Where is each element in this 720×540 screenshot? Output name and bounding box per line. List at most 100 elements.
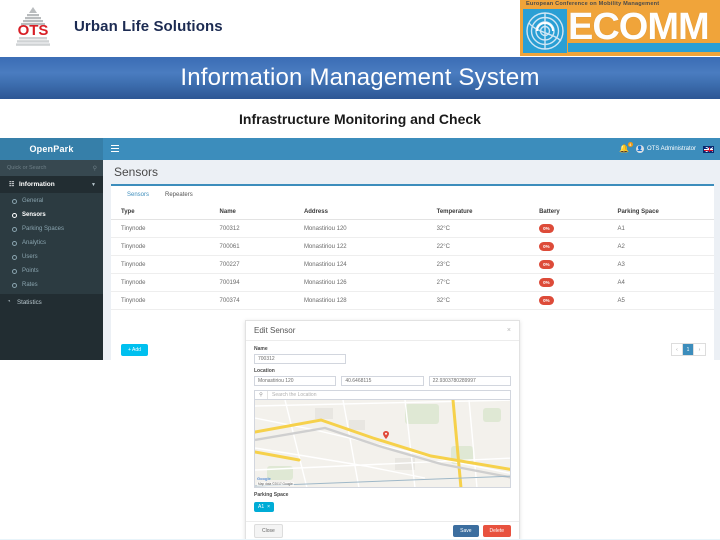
- parking-space-tag[interactable]: A1 ×: [254, 502, 275, 512]
- sidebar-item-label: General: [22, 198, 44, 204]
- cell-battery: 0%: [539, 219, 618, 238]
- name-field[interactable]: 700312: [254, 354, 346, 364]
- tab-repeaters[interactable]: Repeaters: [157, 190, 201, 202]
- sidebar-search-placeholder: Quick or Search: [7, 165, 47, 171]
- notification-badge: 4: [627, 142, 633, 147]
- sensors-table: Type Name Address Temperature Battery Pa…: [111, 205, 714, 310]
- delete-button[interactable]: Delete: [482, 524, 511, 537]
- column-header-type[interactable]: Type: [111, 205, 220, 220]
- sidebar-item-label: Rates: [22, 282, 38, 288]
- cell-name: 700374: [219, 291, 304, 310]
- sidebar-item-users[interactable]: Users: [0, 250, 103, 264]
- map-pin-icon: [383, 431, 389, 439]
- bullet-icon: [12, 226, 17, 232]
- sidebar-item-statistics[interactable]: ◔ Statistics: [0, 294, 103, 310]
- uk-flag-icon[interactable]: [703, 145, 714, 153]
- cell-battery: 0%: [539, 255, 618, 274]
- address-field[interactable]: Monastiriou 120: [254, 376, 337, 386]
- app-topbar: 🔔 4 👤 OTS Administrator: [103, 138, 720, 160]
- modal-header: Edit Sensor ×: [246, 321, 519, 341]
- hamburger-icon[interactable]: [111, 145, 119, 152]
- slide-title-band: Information Management System: [0, 57, 720, 99]
- battery-badge: 0%: [539, 278, 554, 287]
- column-header-battery[interactable]: Battery: [539, 205, 618, 220]
- cell-address: Monastiriou 126: [303, 273, 437, 292]
- cell-temperature: 27°C: [436, 273, 540, 292]
- add-sensor-button[interactable]: + Add: [121, 344, 148, 356]
- cell-type: Tinynode: [111, 255, 220, 274]
- user-menu[interactable]: 👤 OTS Administrator: [635, 145, 696, 153]
- cell-address: Monastiriou 128: [303, 291, 437, 310]
- cell-temperature: 32°C: [436, 219, 540, 238]
- table-row[interactable]: Tinynode 700227 Monastiriou 124 23°C 0% …: [111, 255, 714, 274]
- cell-parking-space: A2: [617, 237, 714, 256]
- edit-sensor-modal: Edit Sensor × Name 700312 Location Monas…: [245, 320, 520, 540]
- cell-name: 700194: [219, 273, 304, 292]
- pagination-prev[interactable]: ‹: [672, 344, 683, 355]
- cell-battery: 0%: [539, 273, 618, 292]
- ecomm-banner: European Conference on Mobility Manageme…: [520, 0, 720, 56]
- table-row[interactable]: Tinynode 700312 Monastiriou 120 32°C 0% …: [111, 219, 714, 238]
- table-row[interactable]: Tinynode 700194 Monastiriou 126 27°C 0% …: [111, 273, 714, 292]
- cell-battery: 0%: [539, 237, 618, 256]
- slide-subtitle-zone: Infrastructure Monitoring and Check: [0, 99, 720, 138]
- modal-footer: Close Save Delete: [246, 521, 519, 539]
- column-header-temperature[interactable]: Temperature: [436, 205, 540, 220]
- latitude-field[interactable]: 40.6468115: [341, 376, 424, 386]
- brand-title: Urban Life Solutions: [74, 18, 223, 35]
- cell-type: Tinynode: [111, 237, 220, 256]
- location-search[interactable]: ⚲ Search the Location: [254, 390, 511, 400]
- sidebar-search-input[interactable]: Quick or Search ⚲: [0, 160, 103, 176]
- bullet-icon: [12, 212, 17, 218]
- column-header-address[interactable]: Address: [303, 205, 437, 220]
- close-button[interactable]: Close: [254, 523, 283, 538]
- cell-temperature: 32°C: [436, 291, 540, 310]
- pagination-page-1[interactable]: 1: [683, 344, 694, 355]
- ecomm-word-suffix: OMM: [618, 6, 710, 48]
- sidebar-item-sensors[interactable]: Sensors: [0, 208, 103, 222]
- column-header-parking-space[interactable]: Parking Space: [617, 205, 714, 220]
- cell-type: Tinynode: [111, 273, 220, 292]
- bullet-icon: [12, 268, 17, 274]
- tab-sensors[interactable]: Sensors: [119, 190, 157, 202]
- table-header-row: Type Name Address Temperature Battery Pa…: [111, 205, 714, 220]
- sidebar-brand[interactable]: OpenPark: [0, 138, 103, 160]
- modal-title: Edit Sensor: [254, 326, 296, 335]
- slide-title: Information Management System: [180, 64, 540, 91]
- parking-space-tag-label: A1: [258, 504, 265, 510]
- save-button[interactable]: Save: [453, 524, 479, 537]
- close-icon[interactable]: ×: [507, 327, 511, 334]
- table-row[interactable]: Tinynode 700374 Monastiriou 128 32°C 0% …: [111, 291, 714, 310]
- topbar-right-cluster: 🔔 4 👤 OTS Administrator: [619, 138, 714, 160]
- name-label: Name: [254, 346, 268, 352]
- column-header-name[interactable]: Name: [219, 205, 304, 220]
- bullet-icon: [12, 282, 17, 288]
- slide-subtitle: Infrastructure Monitoring and Check: [239, 110, 481, 127]
- sidebar-item-parking-spaces[interactable]: Parking Spaces: [0, 222, 103, 236]
- cell-address: Monastiriou 122: [303, 237, 437, 256]
- sidebar-item-label: Sensors: [22, 212, 46, 218]
- sidebar: OpenPark Quick or Search ⚲ ☷ Information…: [0, 138, 103, 360]
- table-row[interactable]: Tinynode 700061 Monastiriou 122 22°C 0% …: [111, 237, 714, 256]
- sidebar-item-rates[interactable]: Rates: [0, 278, 103, 292]
- search-icon[interactable]: ⚲: [93, 165, 97, 172]
- remove-tag-icon[interactable]: ×: [267, 504, 270, 510]
- sidebar-group-information[interactable]: ☷ Information ▼: [0, 176, 103, 193]
- longitude-field[interactable]: 22.9303780289997: [428, 376, 511, 386]
- sidebar-group-label: Information: [19, 181, 55, 188]
- panel-tabs: Sensors Repeaters: [111, 186, 714, 202]
- cell-battery: 0%: [539, 291, 618, 310]
- sidebar-item-analytics[interactable]: Analytics: [0, 236, 103, 250]
- sidebar-item-general[interactable]: General: [0, 194, 103, 208]
- bell-icon[interactable]: 🔔 4: [619, 142, 633, 153]
- battery-badge: 0%: [539, 242, 554, 251]
- map-provider-logo: Google: [257, 476, 271, 481]
- cell-parking-space: A5: [617, 291, 714, 310]
- sidebar-item-points[interactable]: Points: [0, 264, 103, 278]
- location-search-placeholder: Search the Location: [272, 392, 317, 398]
- ots-logo: OTS: [10, 5, 56, 51]
- location-map[interactable]: Google Map data ©2017 Google: [254, 400, 511, 488]
- slide-header: OTS Urban Life Solutions European Confer…: [0, 0, 720, 57]
- pagination-next[interactable]: ›: [694, 344, 705, 355]
- cell-name: 700227: [219, 255, 304, 274]
